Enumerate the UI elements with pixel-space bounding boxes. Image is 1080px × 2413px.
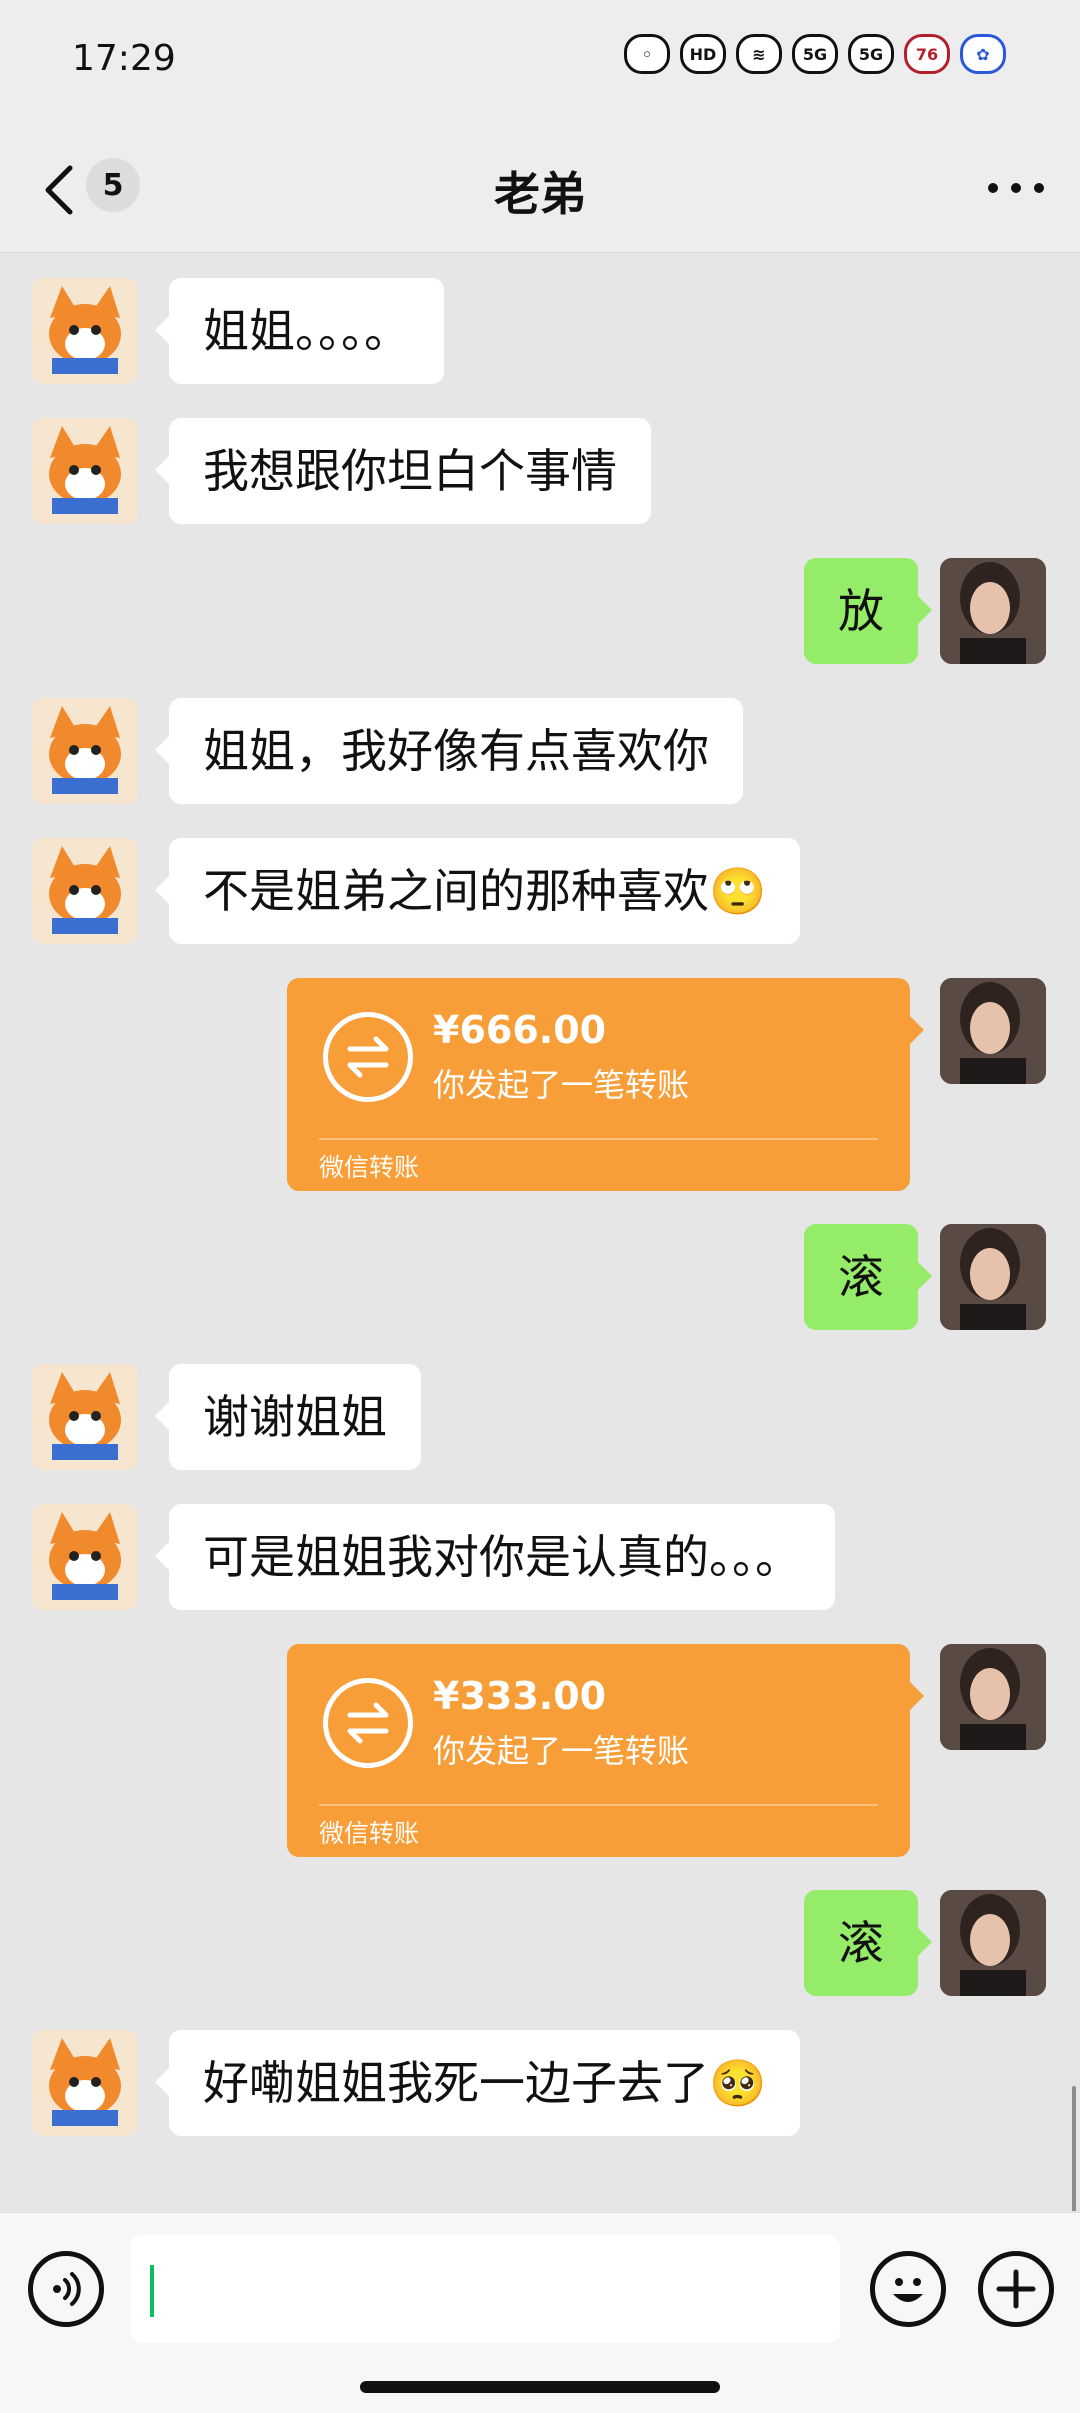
message-bubble[interactable]: 可是姐姐我对你是认真的。。。 <box>155 1504 835 1610</box>
emoji-button[interactable] <box>870 2251 946 2327</box>
input-bar <box>0 2212 1080 2413</box>
message-input[interactable] <box>130 2235 840 2343</box>
status-bar: 17:29 ◦ HD ≋ 5G 5G 76 ✿ <box>0 0 1080 128</box>
chat-title: 老弟 <box>494 167 586 221</box>
transfer-description: 你发起了一笔转账 <box>433 1066 690 1104</box>
more-actions-button[interactable] <box>978 2251 1054 2327</box>
transfer-arrows-icon <box>323 1678 413 1768</box>
contact-avatar[interactable] <box>32 1364 138 1470</box>
self-avatar[interactable] <box>940 558 1046 664</box>
self-avatar[interactable] <box>940 1890 1046 1996</box>
transfer-amount: ¥666.00 <box>433 1008 607 1052</box>
status-time: 17:29 <box>72 38 176 79</box>
hd-icon: HD <box>680 34 726 74</box>
transfer-label: 微信转账 <box>319 1819 420 1848</box>
message-bubble[interactable]: 好嘞姐姐我死一边子去了🥺 <box>154 2030 801 2136</box>
transfer-description: 你发起了一笔转账 <box>433 1732 690 1770</box>
contact-avatar[interactable] <box>32 698 138 804</box>
self-avatar[interactable] <box>940 1224 1046 1330</box>
transfer-amount: ¥333.00 <box>433 1674 607 1718</box>
message-bubble[interactable]: 我想跟你坦白个事情 <box>155 418 651 524</box>
message-bubble[interactable]: 姐姐。。。。 <box>155 278 444 384</box>
more-options-icon[interactable] <box>988 176 1044 200</box>
message-bubble[interactable]: 姐姐，我好像有点喜欢你 <box>155 698 743 804</box>
message-bubble[interactable]: 不是姐弟之间的那种喜欢🙄 <box>154 838 801 944</box>
paw-icon: ✿ <box>960 34 1006 74</box>
battery-level: 76 <box>915 44 939 64</box>
signal-5g-icon-2: 5G <box>848 34 894 74</box>
voice-wave-icon <box>53 2272 81 2306</box>
chat-header: 5 老弟 <box>0 128 1080 253</box>
chat-scrollbar[interactable] <box>1072 2086 1076 2211</box>
contact-avatar[interactable] <box>32 418 138 524</box>
transfer-divider <box>319 1804 878 1806</box>
transfer-label: 微信转账 <box>319 1153 420 1182</box>
signal-5g-icon-1: 5G <box>792 34 838 74</box>
home-indicator[interactable] <box>360 2381 720 2393</box>
transfer-arrows-icon <box>323 1012 413 1102</box>
contact-avatar[interactable] <box>32 1504 138 1610</box>
plus-icon <box>996 2269 1036 2309</box>
message-list[interactable]: 姐姐。。。。 我想跟你坦白个事情 放 姐姐，我好像有点喜欢你 不是姐弟之间的那种… <box>0 253 1080 2211</box>
message-bubble[interactable]: 谢谢姐姐 <box>155 1364 421 1470</box>
battery-icon: 76 <box>904 34 950 74</box>
text-caret <box>150 2265 154 2317</box>
transfer-divider <box>319 1138 878 1140</box>
transfer-card[interactable]: ¥666.00 你发起了一笔转账 微信转账 <box>287 978 924 1191</box>
message-bubble[interactable]: 放 <box>804 558 932 664</box>
message-bubble[interactable]: 滚 <box>804 1224 932 1330</box>
contact-avatar[interactable] <box>32 278 138 384</box>
wifi-icon: ≋ <box>736 34 782 74</box>
transfer-card[interactable]: ¥333.00 你发起了一笔转账 微信转账 <box>287 1644 924 1857</box>
contact-avatar[interactable] <box>32 2030 138 2136</box>
contact-avatar[interactable] <box>32 838 138 944</box>
self-avatar[interactable] <box>940 978 1046 1084</box>
smile-icon <box>893 2278 923 2302</box>
cat-status-icon: ◦ <box>624 34 670 74</box>
self-avatar[interactable] <box>940 1644 1046 1750</box>
voice-input-button[interactable] <box>28 2251 104 2327</box>
status-icons: ◦ HD ≋ 5G 5G 76 ✿ <box>624 34 1006 74</box>
message-bubble[interactable]: 滚 <box>804 1890 932 1996</box>
